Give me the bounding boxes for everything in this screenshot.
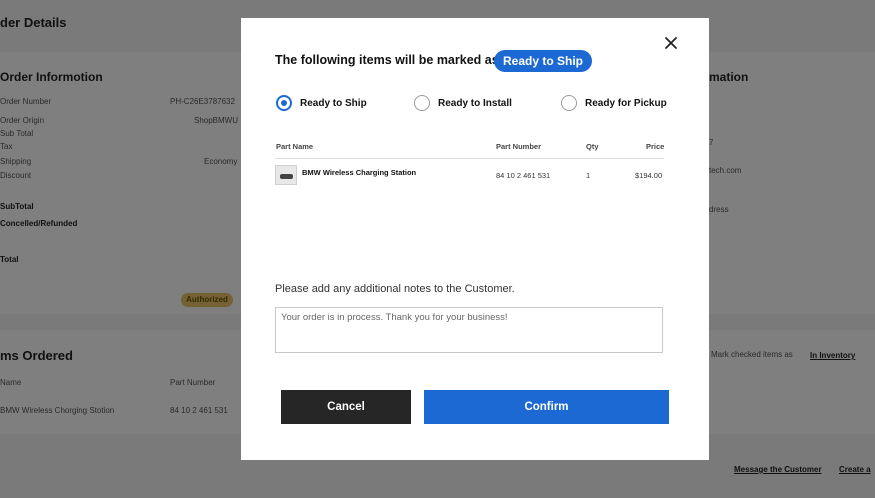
radio-checked-icon[interactable]	[276, 95, 292, 111]
status-pill: Ready to Ship	[494, 50, 593, 72]
col-price: Price	[646, 142, 665, 151]
radio-unchecked-icon[interactable]	[561, 95, 577, 111]
mark-items-modal: The following items will be marked as Re…	[241, 18, 709, 460]
product-thumbnail	[275, 165, 297, 185]
close-button[interactable]	[660, 32, 682, 54]
option-label: Ready to Install	[438, 97, 512, 109]
row-part-name: BMW Wireless Charging Station	[302, 168, 417, 177]
col-part-number: Part Number	[496, 142, 542, 151]
option-label: Ready for Pickup	[585, 97, 667, 109]
row-part-number: 84 10 2 461 531	[496, 171, 551, 180]
col-qty: Qty	[586, 142, 599, 151]
radio-unchecked-icon[interactable]	[414, 95, 430, 111]
modal-heading: The following items will be marked as	[275, 53, 499, 67]
close-icon	[665, 37, 677, 49]
cancel-button[interactable]: Cancel	[281, 390, 411, 424]
row-qty: 1	[586, 171, 591, 180]
notes-textarea[interactable]: Your order is in process. Thank you for …	[275, 307, 663, 353]
option-ready-for-pickup[interactable]: Ready for Pickup	[561, 93, 667, 113]
option-ready-to-ship[interactable]: Ready to Ship	[276, 93, 367, 113]
confirm-button[interactable]: Confirm	[424, 390, 669, 424]
option-label: Ready to Ship	[300, 97, 367, 109]
table-divider	[275, 158, 664, 159]
col-part-name: Part Name	[276, 142, 314, 151]
option-ready-to-install[interactable]: Ready to Install	[414, 93, 512, 113]
row-price: $194.00	[635, 171, 663, 180]
notes-label: Please add any additional notes to the C…	[275, 283, 515, 295]
